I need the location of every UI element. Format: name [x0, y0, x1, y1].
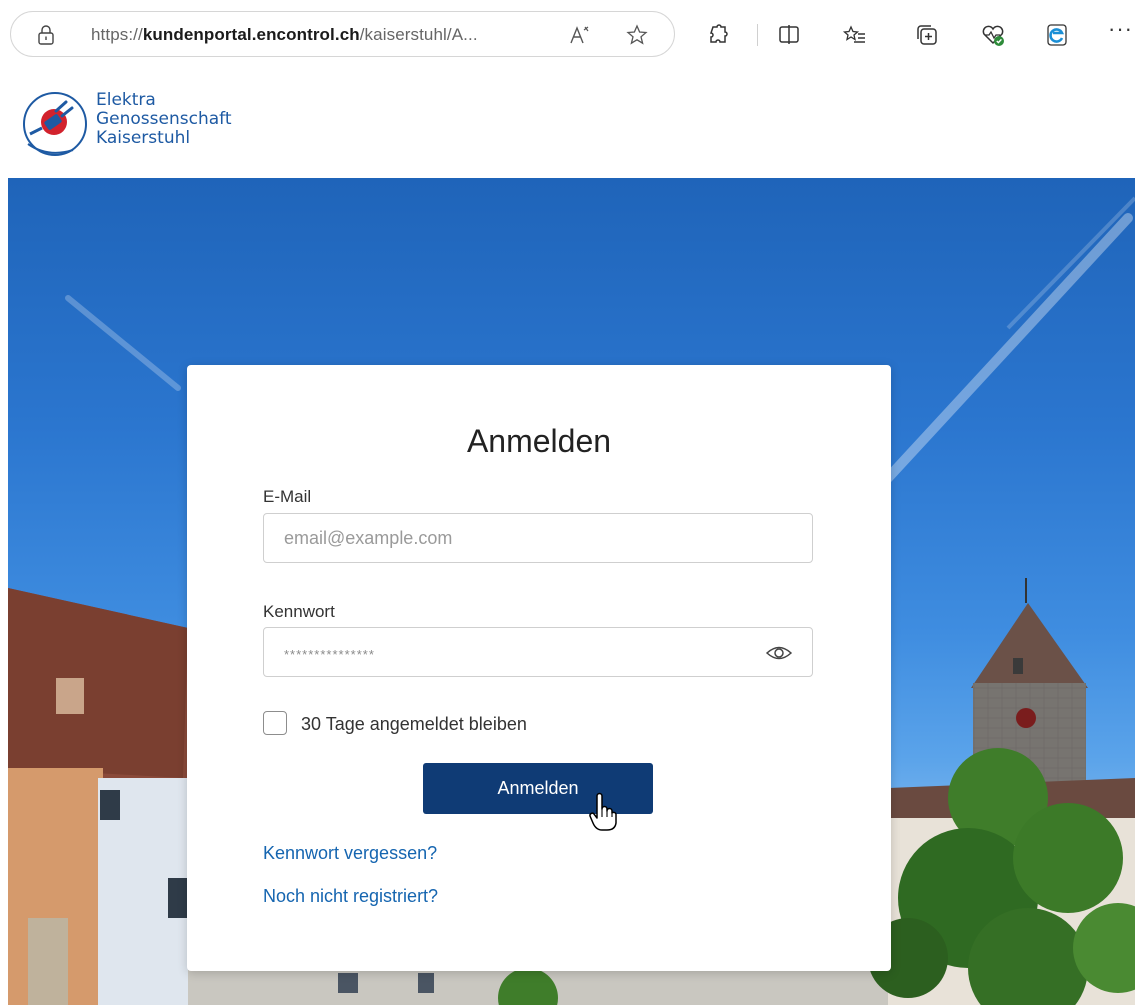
edge-icon[interactable] — [1044, 22, 1070, 48]
email-field[interactable] — [263, 513, 813, 563]
password-mask: *************** — [284, 647, 375, 662]
browser-essentials-icon[interactable] — [980, 22, 1006, 48]
plug-logo-icon[interactable] — [18, 84, 98, 164]
page-title: Anmelden — [466, 423, 612, 459]
url-text[interactable]: https://kundenportal.encontrol.ch/kaiser… — [91, 25, 478, 45]
password-label: Kennwort — [263, 602, 335, 621]
lock-icon[interactable] — [37, 25, 55, 45]
show-password-eye-icon[interactable] — [765, 642, 793, 664]
read-aloud-icon[interactable] — [567, 23, 591, 47]
collections-icon[interactable] — [914, 22, 940, 48]
remember-me-label[interactable]: 30 Tage angemeldet bleiben — [301, 714, 527, 735]
browser-toolbar: https://kundenportal.encontrol.ch/kaiser… — [0, 0, 1135, 70]
hand-cursor-icon — [589, 792, 617, 831]
split-screen-icon[interactable] — [776, 22, 802, 48]
url-host: kundenportal.encontrol.ch — [142, 25, 360, 44]
toolbar-divider — [757, 24, 758, 46]
forgot-password-link[interactable]: Kennwort vergessen? — [263, 843, 437, 864]
logo-line-3: Kaiserstuhl — [96, 128, 191, 148]
register-link[interactable]: Noch nicht registriert? — [263, 886, 438, 907]
logo-line-2: Genossenschaft — [96, 109, 232, 129]
email-label: E-Mail — [263, 487, 312, 506]
extensions-icon[interactable] — [705, 22, 731, 48]
url-prefix: https:// — [91, 25, 143, 44]
address-bar[interactable]: https://kundenportal.encontrol.ch/kaiser… — [10, 11, 675, 57]
logo-text[interactable]: Elektra Genossenschaft Kaiserstuhl — [96, 91, 232, 148]
login-button[interactable]: Anmelden — [423, 763, 653, 814]
url-path: /kaiserstuhl/A... — [359, 25, 478, 44]
remember-me-checkbox[interactable] — [263, 711, 287, 735]
favorite-star-icon[interactable] — [625, 23, 649, 47]
logo-line-1: Elektra — [96, 90, 156, 110]
favorites-list-icon[interactable] — [842, 22, 868, 48]
login-card: Anmelden E-Mail Kennwort ***************… — [187, 365, 891, 971]
more-icon[interactable]: ··· — [1108, 16, 1133, 42]
site-header: Elektra Genossenschaft Kaiserstuhl — [0, 70, 1135, 178]
